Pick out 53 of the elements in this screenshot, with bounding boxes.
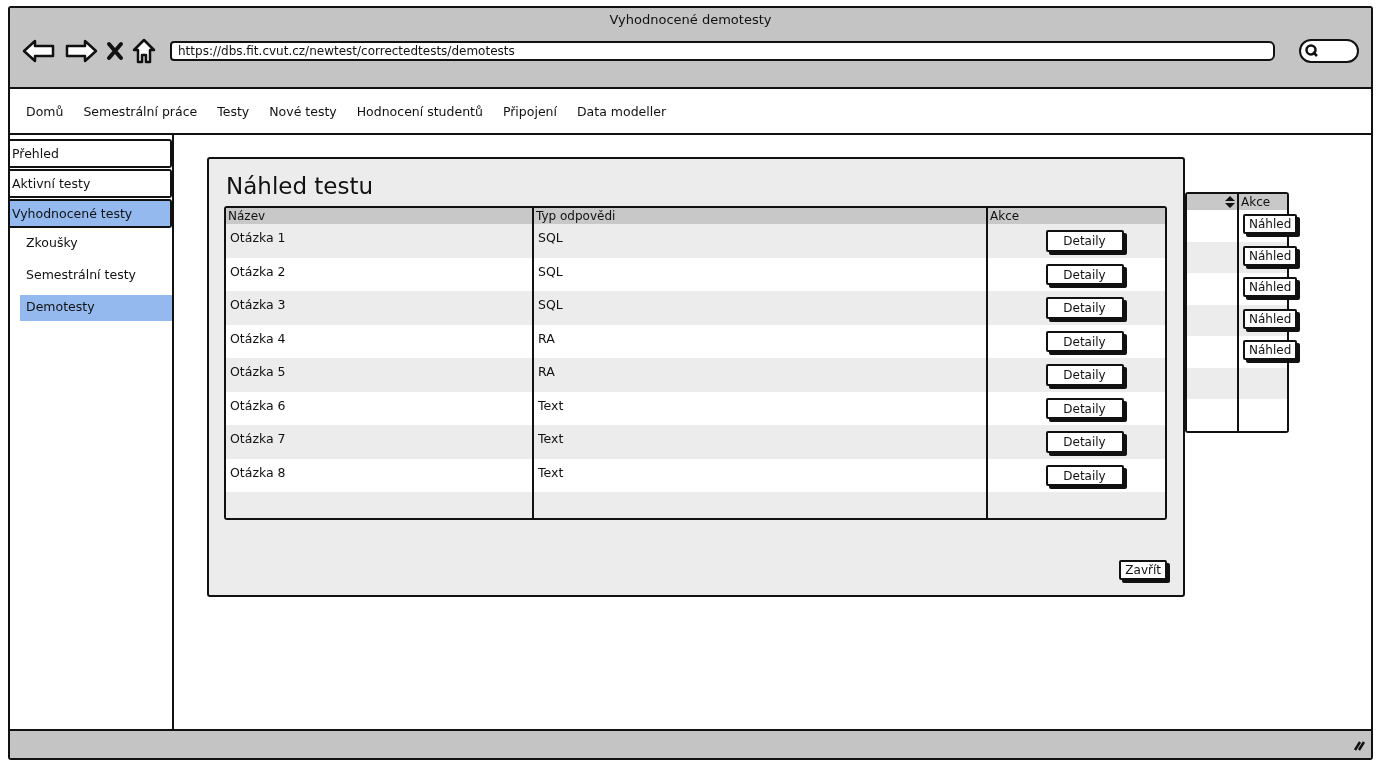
sidebar-item[interactable]: Přehled [10,139,172,168]
details-button[interactable]: Detaily [1045,263,1124,285]
nav-link[interactable]: Data modeller [577,103,667,119]
details-button[interactable]: Detaily [1045,431,1124,453]
details-button[interactable]: Detaily [1045,464,1124,486]
sidebar-item[interactable]: Vyhodnocené testy [10,199,172,228]
preview-button[interactable]: Náhled [1243,214,1298,234]
search-icon [1305,44,1319,58]
nav-link[interactable]: Hodnocení studentů [356,103,483,119]
modal-title: Náhled testu [225,173,375,201]
back-icon[interactable] [22,39,56,63]
nav-link[interactable]: Semestrální práce [83,103,198,119]
preview-button[interactable]: Náhled [1243,277,1298,297]
column-header: Typ odpovědi [534,208,986,224]
table-cell: Otázka 3 [226,291,532,325]
column-header: Akce [988,208,1165,224]
table-cell [1187,304,1237,336]
table-cell: RA [534,358,986,392]
sidebar-subitem[interactable]: Zkoušky [20,231,172,257]
sidebar-subitem[interactable]: Demotesty [20,295,172,321]
table-cell [1239,367,1287,399]
column-header: Název [226,208,532,224]
close-button[interactable]: Zavřít [1119,560,1167,580]
details-button[interactable]: Detaily [1045,297,1124,319]
search-field[interactable] [1299,39,1359,63]
close-icon[interactable] [106,41,124,61]
nav-link[interactable]: Nové testy [269,103,337,119]
preview-button[interactable]: Náhled [1243,308,1298,329]
column-header: Akce [1239,194,1287,210]
sort-icon[interactable] [1225,196,1235,208]
sidebar-item[interactable]: Aktivní testy [10,169,172,198]
details-button[interactable]: Detaily [1045,330,1124,352]
table-cell [1187,367,1237,399]
preview-button[interactable]: Náhled [1243,245,1298,266]
forward-icon[interactable] [64,39,98,63]
table-cell: Text [534,425,986,459]
url-field[interactable]: https://dbs.fit.cvut.cz/newtest/correctedtests/demotests [170,41,1275,61]
nav-link[interactable]: Testy [217,103,250,119]
details-button[interactable]: Detaily [1045,397,1124,419]
table-cell: Otázka 1 [226,224,532,258]
nav-link[interactable]: Připojení [502,103,557,119]
table-cell: SQL [534,291,986,325]
table-cell [1187,241,1237,273]
details-button[interactable]: Detaily [1045,364,1124,386]
nav-link[interactable]: Domů [26,103,64,119]
preview-button[interactable]: Náhled [1243,340,1298,360]
table-cell: Otázka 5 [226,358,532,392]
window-title: Vyhodnocené demotesty [608,12,773,29]
home-icon[interactable] [132,38,156,64]
table-cell: Otázka 7 [226,425,532,459]
table-cell: SQL [534,224,986,258]
sidebar-subitem[interactable]: Semestrální testy [20,263,172,289]
details-button[interactable]: Detaily [1045,230,1124,252]
